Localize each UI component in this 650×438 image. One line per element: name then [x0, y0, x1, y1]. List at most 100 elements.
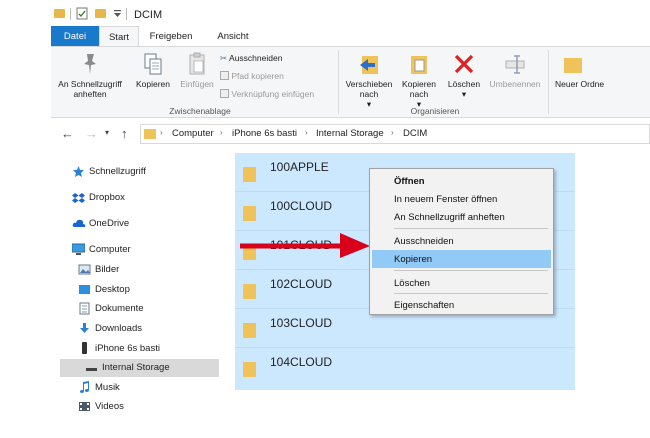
sidebar-item-label: Schnellzugriff	[89, 166, 146, 177]
sidebar-item-documents[interactable]: Dokumente	[78, 300, 222, 318]
sidebar-item-internal-storage[interactable]: Internal Storage	[60, 359, 219, 377]
breadcrumb-separator-icon[interactable]: ›	[220, 128, 223, 137]
copy-icon	[144, 53, 162, 75]
move-to-label: Verschieben nach	[345, 79, 393, 99]
window-title: DCIM	[134, 9, 163, 21]
breadcrumb-separator-icon[interactable]: ›	[305, 128, 308, 137]
music-icon	[80, 381, 89, 393]
monitor-icon	[72, 243, 85, 255]
download-icon	[80, 323, 89, 333]
cloud-icon	[72, 219, 86, 227]
copy-to-icon	[411, 56, 427, 74]
folder-item-104cloud[interactable]: 104CLOUD	[235, 348, 575, 387]
delete-button[interactable]: Löschen ▾	[443, 52, 485, 102]
context-menu-open-new-window[interactable]: In neuem Fenster öffnen	[372, 190, 551, 208]
breadcrumb-computer[interactable]: Computer	[172, 128, 214, 139]
breadcrumb-iphone[interactable]: iPhone 6s basti	[232, 128, 297, 139]
copy-to-label: Kopieren nach	[401, 79, 437, 99]
breadcrumb-internal-storage[interactable]: Internal Storage	[316, 128, 384, 139]
sidebar-item-downloads[interactable]: Downloads	[78, 320, 222, 338]
tab-file[interactable]: Datei	[51, 26, 99, 47]
sidebar-item-label: Internal Storage	[102, 362, 170, 373]
sidebar-item-iphone[interactable]: iPhone 6s basti	[78, 340, 222, 358]
organize-group-label: Organisieren	[410, 106, 460, 116]
context-menu-properties[interactable]: Eigenschaften	[372, 296, 551, 314]
sidebar-item-computer[interactable]: Computer	[72, 241, 222, 259]
sidebar-item-videos[interactable]: Videos	[78, 398, 222, 416]
documents-icon	[79, 302, 90, 315]
sidebar-item-label: Desktop	[95, 284, 130, 295]
up-arrow-icon[interactable]: ↑	[121, 126, 128, 141]
chevron-down-icon[interactable]	[113, 10, 122, 18]
back-arrow-icon[interactable]: ←	[61, 126, 74, 141]
context-menu-divider	[394, 270, 548, 271]
tab-share[interactable]: Freigeben	[145, 26, 197, 47]
delete-icon	[454, 54, 474, 74]
ribbon-group-divider	[338, 50, 339, 114]
folder-name: 102CLOUD	[270, 277, 333, 291]
paste-shortcut-button[interactable]: Verknüpfung einfügen	[220, 89, 314, 99]
context-menu-delete[interactable]: Löschen	[372, 274, 551, 292]
context-menu-copy[interactable]: Kopieren	[372, 250, 551, 268]
folder-icon	[243, 284, 256, 299]
phone-icon	[82, 342, 87, 354]
context-menu-open[interactable]: Öffnen	[372, 172, 551, 190]
context-menu-cut[interactable]: Ausschneiden	[372, 232, 551, 250]
clipboard-group-label: Zwischenablage	[169, 106, 231, 116]
context-menu-divider	[394, 293, 548, 294]
move-to-icon	[360, 56, 378, 74]
title-bar: DCIM	[0, 0, 650, 26]
copy-path-button[interactable]: Pfad kopieren	[220, 71, 284, 81]
sidebar-item-dropbox[interactable]: Dropbox	[72, 189, 222, 207]
pin-quick-access-button[interactable]: An Schnellzugriff anheften	[55, 52, 125, 102]
new-folder-label: Neuer Ordne	[555, 79, 605, 89]
folder-name: 100CLOUD	[270, 199, 333, 213]
properties-icon[interactable]	[76, 7, 88, 20]
pin-quick-access-label: An Schnellzugriff anheften	[58, 79, 122, 99]
sidebar-item-quick-access[interactable]: Schnellzugriff	[72, 163, 222, 181]
paste-label: Einfügen	[180, 79, 214, 89]
folder-icon	[243, 323, 256, 338]
sidebar-item-onedrive[interactable]: OneDrive	[72, 215, 222, 233]
cut-label: Ausschneiden	[229, 53, 283, 63]
rename-icon	[505, 55, 525, 74]
sidebar-item-label: Bilder	[95, 264, 120, 275]
cut-button[interactable]: ✂ Ausschneiden	[220, 53, 282, 64]
sidebar-item-label: Computer	[89, 244, 131, 255]
sidebar-item-music[interactable]: Musik	[78, 379, 222, 397]
tab-start[interactable]: Start	[99, 26, 139, 47]
forward-arrow-icon[interactable]: →	[85, 126, 98, 141]
sidebar-item-desktop[interactable]: Desktop	[78, 281, 222, 299]
pin-icon	[84, 54, 96, 74]
folder-name: 104CLOUD	[270, 355, 333, 369]
recent-locations-chevron-icon[interactable]: ▾	[105, 128, 109, 137]
sidebar-item-label: Dropbox	[89, 192, 125, 203]
tab-view[interactable]: Ansicht	[210, 26, 256, 47]
sidebar-item-label: OneDrive	[89, 218, 130, 229]
breadcrumb-dcim[interactable]: DCIM	[403, 128, 427, 139]
clipboard-icon	[189, 52, 205, 75]
copy-to-button[interactable]: Kopieren nach ▾	[397, 52, 441, 109]
copy-label: Kopieren	[135, 79, 171, 89]
dropbox-icon	[72, 193, 85, 203]
paste-button[interactable]: Einfügen	[176, 52, 218, 102]
rename-button[interactable]: Umbenennen	[487, 52, 543, 102]
annotation-arrow-icon	[240, 233, 370, 258]
breadcrumb-separator-icon[interactable]: ›	[391, 128, 394, 137]
sidebar-item-label: Dokumente	[95, 303, 144, 314]
context-menu-pin-quick-access[interactable]: An Schnellzugriff anheften	[372, 208, 551, 226]
desktop-icon	[79, 285, 90, 294]
breadcrumb-separator-icon[interactable]: ›	[160, 128, 163, 137]
folder-icon	[243, 167, 256, 182]
move-to-button[interactable]: Verschieben nach ▾	[342, 52, 396, 109]
sidebar-item-pictures[interactable]: Bilder	[78, 261, 222, 279]
address-bar[interactable]	[140, 124, 650, 144]
rename-label: Umbenennen	[489, 79, 541, 89]
delete-label: Löschen	[447, 79, 481, 89]
new-folder-button[interactable]: Neuer Ordne	[553, 52, 650, 102]
scissors-icon: ✂	[220, 53, 228, 63]
copy-button[interactable]: Kopieren	[131, 52, 175, 102]
copy-path-label: Pfad kopieren	[231, 71, 284, 81]
pictures-icon	[78, 264, 91, 275]
new-folder-icon[interactable]	[95, 9, 106, 18]
